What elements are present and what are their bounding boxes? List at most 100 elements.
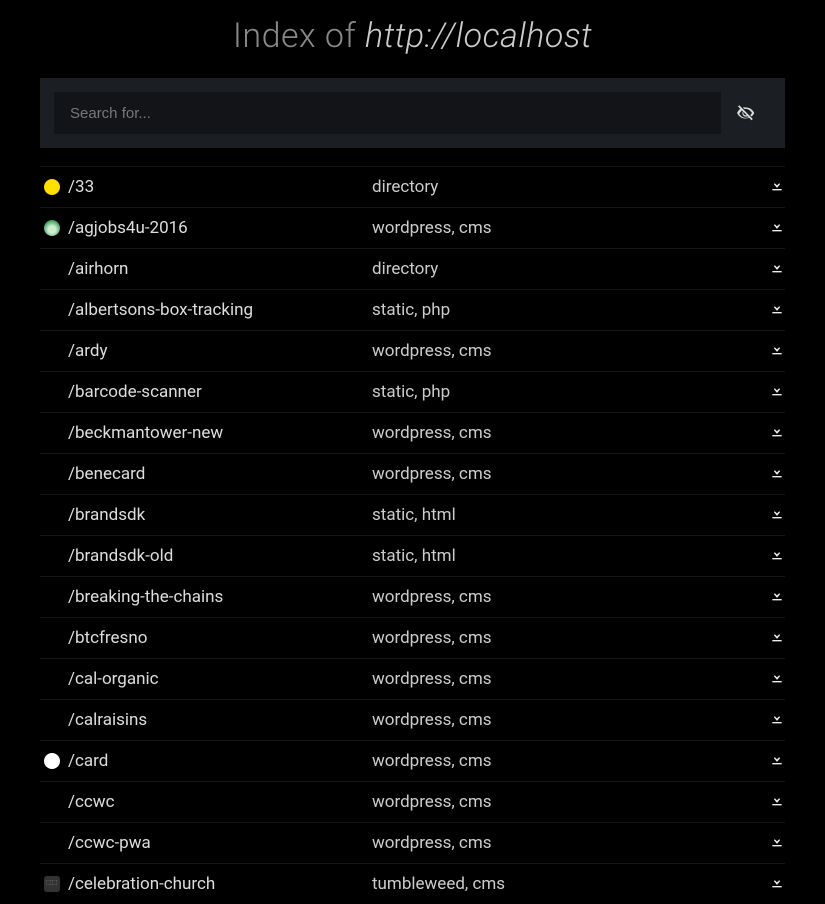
favicon-icon	[44, 220, 60, 236]
download-icon	[769, 259, 785, 275]
entry-link[interactable]: /ccwc	[68, 792, 114, 812]
entry-link[interactable]: /ardy	[68, 341, 108, 361]
table-row: /breaking-the-chainswordpress, cms	[40, 577, 785, 618]
download-button[interactable]	[769, 751, 785, 767]
entry-link[interactable]: /calraisins	[68, 710, 147, 730]
table-row: /calraisins wordpress, cms	[40, 700, 785, 741]
entry-name: /airhorn	[68, 259, 368, 279]
download-cell	[751, 792, 785, 812]
download-button[interactable]	[769, 300, 785, 316]
entry-link[interactable]: /barcode-scanner	[68, 382, 202, 402]
entry-name: /beckmantower-new	[68, 423, 368, 443]
table-row: /brandsdk static, html	[40, 495, 785, 536]
download-button[interactable]	[769, 218, 785, 234]
download-cell	[751, 464, 785, 484]
entry-type: directory	[372, 259, 747, 279]
download-cell	[751, 218, 785, 238]
entry-link[interactable]: /33	[68, 177, 94, 197]
entry-type: wordpress, cms	[372, 792, 747, 812]
entry-type: wordpress, cms	[372, 628, 747, 648]
download-cell	[751, 751, 785, 771]
download-button[interactable]	[769, 874, 785, 890]
table-row: /ardywordpress, cms	[40, 331, 785, 372]
download-cell	[751, 505, 785, 525]
download-icon	[769, 792, 785, 808]
download-icon	[769, 423, 785, 439]
download-button[interactable]	[769, 341, 785, 357]
entry-link[interactable]: /beckmantower-new	[68, 423, 223, 443]
entry-link[interactable]: /brandsdk	[68, 505, 145, 525]
entry-link[interactable]: /benecard	[68, 464, 145, 484]
download-button[interactable]	[769, 710, 785, 726]
favicon-cell	[40, 753, 64, 769]
search-bar	[40, 78, 785, 148]
download-cell	[751, 833, 785, 853]
download-icon	[769, 464, 785, 480]
download-button[interactable]	[769, 628, 785, 644]
download-cell	[751, 177, 785, 197]
download-cell	[751, 382, 785, 402]
table-row: /beckmantower-newwordpress, cms	[40, 413, 785, 454]
title-prefix: Index of	[233, 16, 365, 56]
download-button[interactable]	[769, 587, 785, 603]
download-icon	[769, 874, 785, 890]
download-button[interactable]	[769, 505, 785, 521]
title-url: http://localhost	[365, 16, 592, 56]
visibility-toggle-button[interactable]	[721, 92, 771, 134]
entry-name: /cal-organic	[68, 669, 368, 689]
entry-name: /albertsons-box-tracking	[68, 300, 368, 320]
entry-name: /brandsdk	[68, 505, 368, 525]
entry-name: /agjobs4u-2016	[68, 218, 368, 238]
table-row: /celebration-church tumbleweed, cms	[40, 864, 785, 904]
download-cell	[751, 874, 785, 894]
table-row: /benecard wordpress, cms	[40, 454, 785, 495]
download-button[interactable]	[769, 669, 785, 685]
download-cell	[751, 259, 785, 279]
entry-type: static, php	[372, 300, 747, 320]
entry-type: wordpress, cms	[372, 218, 747, 238]
entry-link[interactable]: /ccwc-pwa	[68, 833, 151, 853]
download-button[interactable]	[769, 546, 785, 562]
download-button[interactable]	[769, 177, 785, 193]
entry-type: wordpress, cms	[372, 669, 747, 689]
download-button[interactable]	[769, 423, 785, 439]
download-cell	[751, 710, 785, 730]
download-button[interactable]	[769, 382, 785, 398]
table-row: /albertsons-box-tracking static, php	[40, 290, 785, 331]
download-icon	[769, 546, 785, 562]
entry-link[interactable]: /breaking-the-chains	[68, 587, 223, 607]
download-button[interactable]	[769, 792, 785, 808]
download-cell	[751, 628, 785, 648]
download-icon	[769, 669, 785, 685]
entry-link[interactable]: /albertsons-box-tracking	[68, 300, 253, 320]
entry-name: /ccwc-pwa	[68, 833, 368, 853]
download-cell	[751, 669, 785, 689]
table-row: /ccwc wordpress, cms	[40, 782, 785, 823]
download-button[interactable]	[769, 464, 785, 480]
entry-type: wordpress, cms	[372, 464, 747, 484]
entry-name: /btcfresno	[68, 628, 368, 648]
entry-link[interactable]: /celebration-church	[68, 874, 215, 894]
entry-name: /barcode-scanner	[68, 382, 368, 402]
entry-link[interactable]: /cal-organic	[68, 669, 159, 689]
entry-name: /ccwc	[68, 792, 368, 812]
entry-type: wordpress, cms	[372, 710, 747, 730]
entry-link[interactable]: /brandsdk-old	[68, 546, 173, 566]
download-button[interactable]	[769, 833, 785, 849]
entry-link[interactable]: /card	[68, 751, 108, 771]
search-input[interactable]	[54, 92, 721, 134]
download-icon	[769, 751, 785, 767]
entry-link[interactable]: /btcfresno	[68, 628, 147, 648]
entry-type: tumbleweed, cms	[372, 874, 747, 894]
table-row: /card wordpress, cms	[40, 741, 785, 782]
table-row: /barcode-scanner static, php	[40, 372, 785, 413]
download-cell	[751, 300, 785, 320]
entry-type: wordpress, cms	[372, 751, 747, 771]
table-row: /33directory	[40, 166, 785, 208]
download-button[interactable]	[769, 259, 785, 275]
entry-link[interactable]: /airhorn	[68, 259, 128, 279]
entry-type: static, html	[372, 505, 747, 525]
table-row: /airhorn directory	[40, 249, 785, 290]
entry-type: static, php	[372, 382, 747, 402]
entry-link[interactable]: /agjobs4u-2016	[68, 218, 188, 238]
